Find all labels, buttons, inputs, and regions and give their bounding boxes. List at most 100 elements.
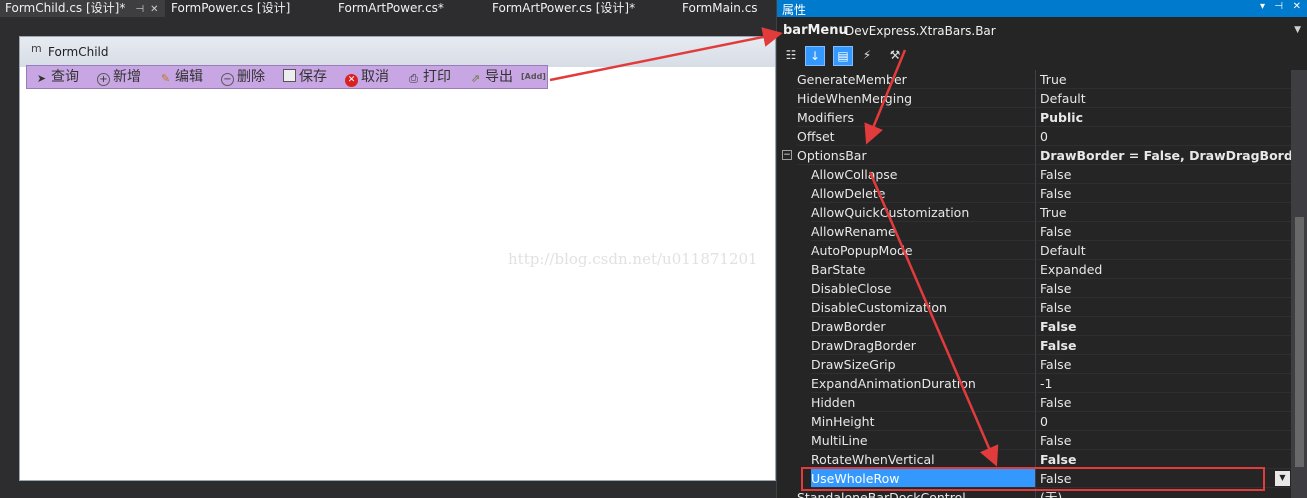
- property-value[interactable]: 0: [1035, 412, 1291, 431]
- property-name[interactable]: DrawSizeGrip: [811, 355, 1035, 374]
- bar-item-delete[interactable]: − 删除: [221, 68, 265, 86]
- tab-formartpower-design[interactable]: FormArtPower.cs [设计]*: [487, 0, 635, 17]
- tab-formchild-design[interactable]: FormChild.cs [设计]* ⊣ ✕: [0, 0, 165, 17]
- property-name[interactable]: AutoPopupMode: [811, 241, 1035, 260]
- property-name[interactable]: AllowQuickCustomization: [811, 203, 1035, 222]
- property-value[interactable]: False: [1035, 222, 1291, 241]
- tab-formpower-design[interactable]: FormPower.cs [设计]: [166, 0, 290, 17]
- save-icon: [283, 69, 296, 82]
- property-row[interactable]: AllowQuickCustomization True: [777, 203, 1291, 222]
- bar-item-save[interactable]: 保存: [283, 68, 327, 86]
- dropdown-icon[interactable]: ▾: [1260, 1, 1265, 12]
- collapse-icon[interactable]: −: [782, 150, 792, 160]
- tab-formartpower-code[interactable]: FormArtPower.cs*: [333, 0, 444, 17]
- categorized-icon[interactable]: ☷: [781, 46, 801, 66]
- property-value[interactable]: False: [1035, 279, 1291, 298]
- property-value[interactable]: False: [1035, 431, 1291, 450]
- bar-item-cancel[interactable]: ✕ 取消: [345, 68, 389, 87]
- property-row[interactable]: DisableCustomization False: [777, 298, 1291, 317]
- property-name[interactable]: AllowRename: [811, 222, 1035, 241]
- property-value[interactable]: Default: [1035, 241, 1291, 260]
- property-name[interactable]: MultiLine: [811, 431, 1035, 450]
- bar-item-label: 打印: [423, 69, 451, 85]
- tab-formmain-code[interactable]: FormMain.cs: [677, 0, 758, 17]
- property-value[interactable]: Expanded: [1035, 260, 1291, 279]
- property-name[interactable]: Modifiers: [797, 108, 1035, 127]
- property-row[interactable]: DrawDragBorder False: [777, 336, 1291, 355]
- property-row[interactable]: HideWhenMerging Default: [777, 89, 1291, 108]
- property-name[interactable]: AllowCollapse: [811, 165, 1035, 184]
- property-value[interactable]: -1: [1035, 374, 1291, 393]
- property-row[interactable]: DisableClose False: [777, 279, 1291, 298]
- property-name[interactable]: ExpandAnimationDuration: [811, 374, 1035, 393]
- property-row[interactable]: AllowRename False: [777, 222, 1291, 241]
- chevron-down-icon[interactable]: ▼: [1275, 471, 1290, 486]
- property-row[interactable]: Offset 0: [777, 127, 1291, 146]
- alphabetical-icon[interactable]: ↓: [805, 46, 825, 66]
- property-name[interactable]: HideWhenMerging: [797, 89, 1035, 108]
- chevron-down-icon[interactable]: ▼: [1294, 25, 1301, 35]
- property-row[interactable]: Hidden False: [777, 393, 1291, 412]
- bar-item-query[interactable]: ➤ 查询: [35, 68, 79, 86]
- property-value[interactable]: False: [1035, 336, 1291, 355]
- property-name[interactable]: Offset: [797, 127, 1035, 146]
- bar-add-link[interactable]: [Add]: [521, 72, 546, 81]
- property-name[interactable]: GenerateMember: [797, 70, 1035, 89]
- property-row[interactable]: MinHeight 0: [777, 412, 1291, 431]
- property-row[interactable]: AllowDelete False: [777, 184, 1291, 203]
- form-titlebar: m FormChild: [20, 37, 775, 67]
- property-value[interactable]: True: [1035, 203, 1291, 222]
- property-pages-icon[interactable]: ⚒: [885, 46, 905, 66]
- property-name[interactable]: AllowDelete: [811, 184, 1035, 203]
- property-value[interactable]: False: [1035, 317, 1291, 336]
- property-name[interactable]: Hidden: [811, 393, 1035, 412]
- bar-item-add[interactable]: + 新增: [97, 68, 141, 86]
- designer-bottom-strip: [0, 481, 776, 498]
- pin-icon[interactable]: ⊣: [135, 2, 144, 17]
- property-row[interactable]: DrawSizeGrip False: [777, 355, 1291, 374]
- property-value[interactable]: False: [1035, 355, 1291, 374]
- object-selector[interactable]: barMenu DevExpress.XtraBars.Bar ▼: [777, 17, 1307, 43]
- object-name: barMenu: [783, 23, 848, 38]
- property-row[interactable]: BarState Expanded: [777, 260, 1291, 279]
- bar-item-print[interactable]: ⎙ 打印: [407, 68, 451, 86]
- properties-icon[interactable]: ▤: [833, 46, 853, 66]
- property-row[interactable]: DrawBorder False: [777, 317, 1291, 336]
- property-name[interactable]: MinHeight: [811, 412, 1035, 431]
- property-row[interactable]: AutoPopupMode Default: [777, 241, 1291, 260]
- pin-icon[interactable]: ⊣: [1274, 1, 1283, 12]
- property-name[interactable]: OptionsBar: [797, 146, 1035, 165]
- property-row[interactable]: MultiLine False: [777, 431, 1291, 450]
- property-value[interactable]: False: [1035, 393, 1291, 412]
- property-grid-scrollbar[interactable]: [1291, 70, 1307, 498]
- close-icon[interactable]: ✕: [150, 2, 158, 17]
- property-row[interactable]: Modifiers Public: [777, 108, 1291, 127]
- property-value[interactable]: True: [1035, 70, 1291, 89]
- property-value[interactable]: Default: [1035, 89, 1291, 108]
- object-type: DevExpress.XtraBars.Bar: [845, 24, 996, 38]
- bar-item-edit[interactable]: ✎ 编辑: [159, 68, 203, 86]
- property-value[interactable]: 0: [1035, 127, 1291, 146]
- property-name[interactable]: DisableCustomization: [811, 298, 1035, 317]
- scrollbar-thumb[interactable]: [1295, 217, 1304, 467]
- property-value[interactable]: Public: [1035, 108, 1291, 127]
- close-icon[interactable]: ✕: [1293, 1, 1301, 12]
- bar-item-label: 取消: [361, 69, 389, 85]
- property-name[interactable]: BarState: [811, 260, 1035, 279]
- property-row[interactable]: − OptionsBar DrawBorder = False, DrawDragB…: [777, 146, 1291, 165]
- property-value[interactable]: DrawBorder = False, DrawDragBorder = F: [1035, 146, 1291, 165]
- property-row[interactable]: AllowCollapse False: [777, 165, 1291, 184]
- events-icon[interactable]: ⚡: [857, 46, 877, 66]
- property-value[interactable]: False: [1035, 165, 1291, 184]
- bar-item-export[interactable]: ⇗ 导出: [469, 68, 513, 86]
- property-row[interactable]: GenerateMember True: [777, 70, 1291, 89]
- property-value[interactable]: False: [1035, 184, 1291, 203]
- property-row[interactable]: ExpandAnimationDuration -1: [777, 374, 1291, 393]
- property-value[interactable]: False: [1035, 298, 1291, 317]
- form-title: FormChild: [48, 45, 109, 59]
- property-name[interactable]: DisableClose: [811, 279, 1035, 298]
- property-name[interactable]: DrawDragBorder: [811, 336, 1035, 355]
- bar-menu[interactable]: ➤ 查询 + 新增 ✎ 编辑 − 删除 保存 ✕ 取消 ⎙ 打印 ⇗ 导出 [Add]: [26, 65, 548, 89]
- property-name[interactable]: DrawBorder: [811, 317, 1035, 336]
- document-tab-strip: FormChild.cs [设计]* ⊣ ✕ FormPower.cs [设计] F…: [0, 0, 776, 17]
